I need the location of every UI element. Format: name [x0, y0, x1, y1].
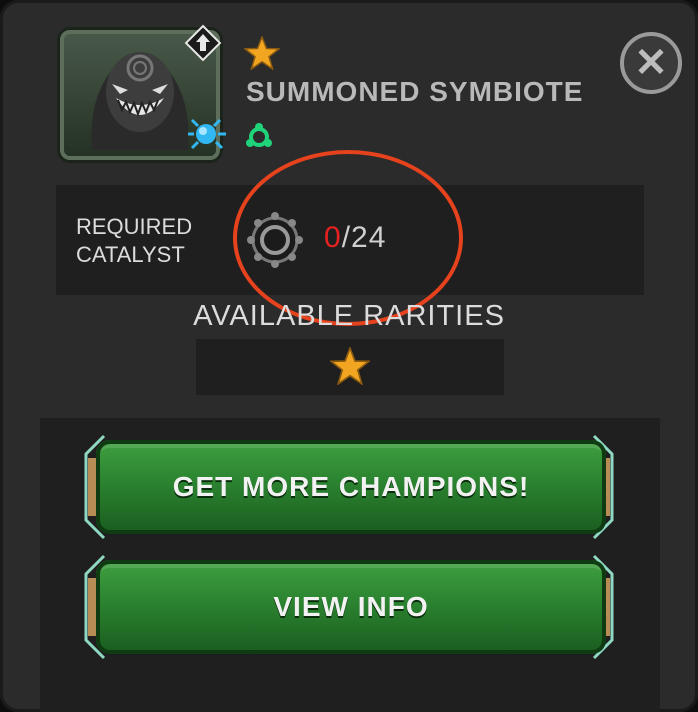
get-more-champions-label: GET MORE CHAMPIONS!: [172, 471, 530, 502]
available-rarities-label: AVAILABLE RARITIES: [193, 300, 505, 332]
view-info-button[interactable]: VIEW INFO: [96, 560, 606, 654]
required-catalyst-label: REQUIRED CATALYST: [76, 214, 193, 267]
close-button[interactable]: ✕: [620, 32, 682, 94]
rarities-box: [196, 339, 504, 395]
close-icon: ✕: [634, 41, 668, 85]
star-icon: [244, 36, 280, 70]
champion-info-panel: SUMMONED SYMBIOTE ✕ REQUIRED CATALYST 0/…: [0, 0, 698, 712]
view-info-label: VIEW INFO: [273, 591, 429, 622]
cosmic-class-icon: [188, 118, 226, 150]
champion-name: SUMMONED SYMBIOTE: [246, 76, 584, 107]
get-more-champions-button[interactable]: GET MORE CHAMPIONS!: [96, 440, 606, 534]
synergy-icon[interactable]: [244, 122, 274, 152]
upgrade-arrow-icon[interactable]: [184, 24, 222, 62]
rarity-star-icon: [330, 347, 370, 385]
